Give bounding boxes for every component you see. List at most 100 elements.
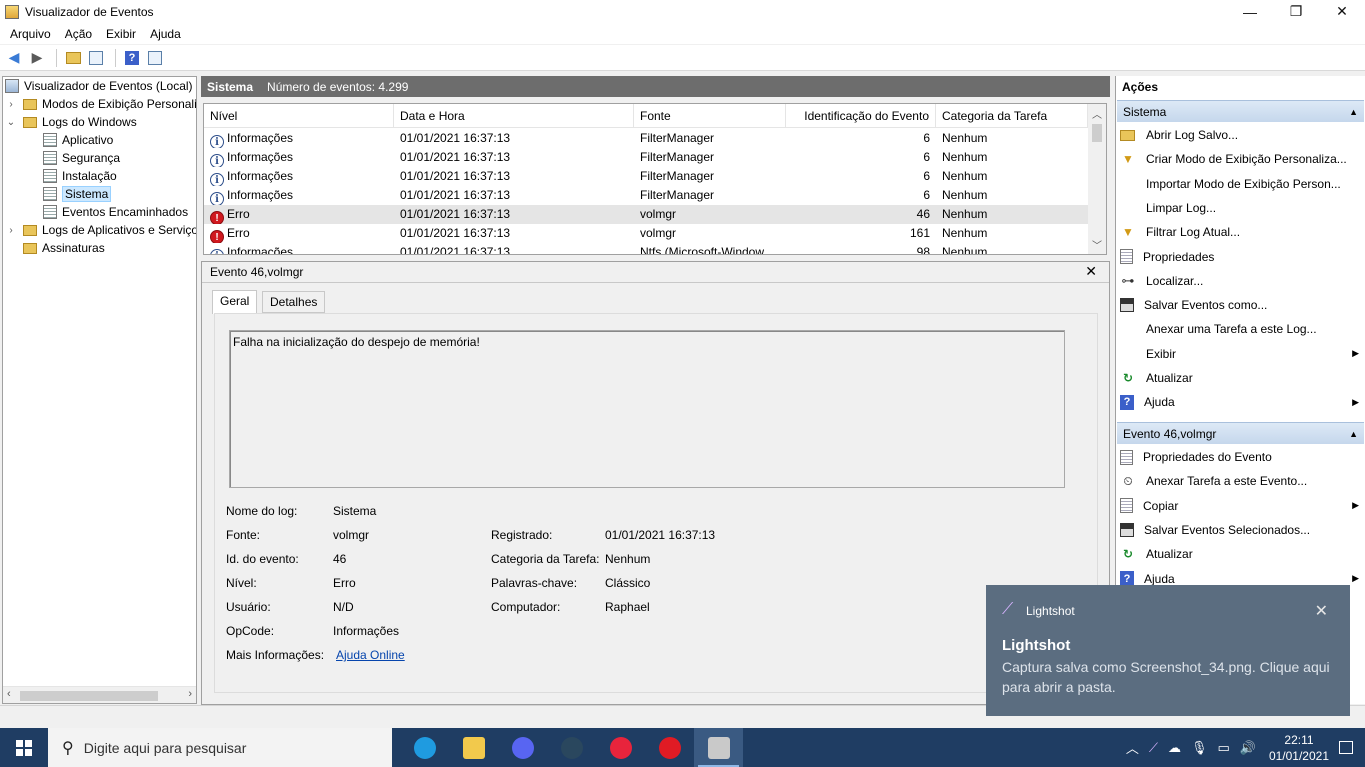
- tab-geral[interactable]: Geral: [212, 290, 258, 314]
- clock[interactable]: 22:11 01/01/2021: [1269, 732, 1329, 764]
- network-icon[interactable]: ▭: [1217, 740, 1229, 756]
- action-item[interactable]: Propriedades do Evento: [1120, 446, 1363, 468]
- taskbar-app-event-viewer[interactable]: [694, 728, 743, 767]
- column-header-nivel[interactable]: Nível: [204, 104, 394, 128]
- column-header-data[interactable]: Data e Hora: [394, 104, 634, 128]
- volume-icon[interactable]: 🔊: [1240, 740, 1256, 756]
- actions-section-event[interactable]: Evento 46,volmgr ▲: [1117, 422, 1364, 444]
- expand-icon[interactable]: ›: [5, 99, 17, 110]
- action-item[interactable]: Limpar Log...: [1120, 197, 1363, 219]
- folder-icon: [23, 98, 37, 110]
- column-header-id[interactable]: Identificação do Evento: [786, 104, 936, 128]
- tree-item-instalacao[interactable]: Instalação: [43, 167, 117, 185]
- action-item[interactable]: ⊶ Localizar...: [1120, 270, 1363, 292]
- close-button[interactable]: ✕: [1319, 0, 1365, 23]
- action-item[interactable]: ⏲ Anexar Tarefa a este Evento...: [1120, 470, 1363, 492]
- tree-item-custom-views[interactable]: › Modos de Exibição Personali: [5, 95, 196, 113]
- lightshot-tray-icon[interactable]: ⟋: [1149, 740, 1158, 756]
- table-cell-id: 6: [792, 148, 930, 167]
- column-header-categoria[interactable]: Categoria da Tarefa: [936, 104, 1088, 128]
- menu-acao[interactable]: Ação: [58, 27, 99, 41]
- menu-exibir[interactable]: Exibir: [99, 27, 143, 41]
- close-detail-icon[interactable]: ✕: [1085, 263, 1097, 280]
- collapse-icon[interactable]: ▲: [1349, 429, 1358, 439]
- tree-item-assinaturas[interactable]: Assinaturas: [23, 239, 105, 257]
- forward-arrow-icon[interactable]: ▶: [27, 48, 47, 68]
- menu-arquivo[interactable]: Arquivo: [3, 27, 58, 41]
- action-item[interactable]: Salvar Eventos Selecionados...: [1120, 519, 1363, 541]
- tree-item-root[interactable]: Visualizador de Eventos (Local): [5, 77, 193, 95]
- taskbar-search[interactable]: ⚲ Digite aqui para pesquisar: [48, 728, 392, 767]
- table-cell-id: 6: [792, 167, 930, 186]
- prop-label: OpCode:: [226, 624, 275, 638]
- show-hide-tree-icon[interactable]: [86, 48, 106, 68]
- taskbar-app-edge[interactable]: [400, 728, 449, 767]
- collapse-icon[interactable]: ▲: [1349, 107, 1358, 117]
- expand-icon[interactable]: ›: [5, 225, 17, 236]
- action-item[interactable]: Exibir ▶: [1120, 343, 1363, 365]
- online-help-link[interactable]: Ajuda Online: [336, 648, 405, 662]
- back-arrow-icon[interactable]: ◀: [4, 48, 24, 68]
- action-item[interactable]: Anexar uma Tarefa a este Log...: [1120, 318, 1363, 340]
- action-item[interactable]: ▼ Criar Modo de Exibição Personaliza...: [1120, 148, 1363, 170]
- event-message[interactable]: Falha na inicialização do despejo de mem…: [229, 330, 1065, 488]
- show-hide-action-pane-icon[interactable]: [145, 48, 165, 68]
- action-item[interactable]: ↻ Atualizar: [1120, 367, 1363, 389]
- horizontal-scrollbar[interactable]: ‹ ›: [3, 686, 196, 703]
- action-item[interactable]: Salvar Eventos como...: [1120, 294, 1363, 316]
- start-button[interactable]: [0, 728, 48, 767]
- submenu-arrow-icon: ▶: [1352, 573, 1359, 583]
- menu-ajuda[interactable]: Ajuda: [143, 27, 188, 41]
- up-folder-icon[interactable]: [63, 48, 83, 68]
- tree-item-sistema[interactable]: Sistema: [43, 185, 112, 203]
- scroll-left-icon[interactable]: ‹: [7, 688, 11, 700]
- actions-section-sistema[interactable]: Sistema ▲: [1117, 100, 1364, 122]
- tree-item-windows-logs[interactable]: ⌄ Logs do Windows: [5, 113, 137, 131]
- log-name: Sistema: [207, 79, 254, 94]
- table-row[interactable]: i Informações 01/01/2021 16:37:13 FilterMan…: [204, 167, 1088, 186]
- scrollbar-thumb[interactable]: [1092, 124, 1102, 142]
- action-item[interactable]: Copiar ▶: [1120, 495, 1363, 517]
- vertical-scrollbar[interactable]: ︿ ﹀: [1088, 104, 1106, 254]
- table-row[interactable]: i Informações 01/01/2021 16:37:13 FilterMan…: [204, 186, 1088, 205]
- taskbar-app-steam[interactable]: [547, 728, 596, 767]
- title-bar: Visualizador de Eventos — ❐ ✕: [0, 0, 1365, 23]
- tree-item-eventos-encaminhados[interactable]: Eventos Encaminhados: [43, 203, 188, 221]
- action-item[interactable]: ▼ Filtrar Log Atual...: [1120, 221, 1363, 243]
- taskbar-app-discord[interactable]: [498, 728, 547, 767]
- collapse-icon[interactable]: ⌄: [5, 117, 17, 128]
- notification-toast[interactable]: ⟋ Lightshot ✕ Lightshot Captura salva co…: [986, 585, 1350, 716]
- taskbar-app-file-explorer[interactable]: [449, 728, 498, 767]
- show-hidden-icons-icon[interactable]: ︿: [1126, 738, 1139, 757]
- scrollbar-thumb[interactable]: [20, 691, 158, 701]
- cloud-status-icon[interactable]: ☁: [1168, 740, 1181, 756]
- scroll-down-icon[interactable]: ﹀: [1092, 237, 1102, 252]
- column-header-fonte[interactable]: Fonte: [634, 104, 786, 128]
- scroll-right-icon[interactable]: ›: [188, 688, 192, 700]
- action-item[interactable]: ? Ajuda ▶: [1120, 391, 1363, 413]
- action-label: Anexar uma Tarefa a este Log...: [1146, 322, 1317, 337]
- action-item[interactable]: ↻ Atualizar: [1120, 543, 1363, 565]
- tree-item-aplicativo[interactable]: Aplicativo: [43, 131, 113, 149]
- microphone-icon[interactable]: 🎙: [1191, 740, 1208, 756]
- table-row[interactable]: ! Erro 01/01/2021 16:37:13 volmgr 46 Nenhum: [204, 205, 1088, 224]
- scroll-up-icon[interactable]: ︿: [1092, 106, 1102, 121]
- tree-item-seguranca[interactable]: Segurança: [43, 149, 120, 167]
- table-row[interactable]: i Informações 01/01/2021 16:37:13 FilterMan…: [204, 129, 1088, 148]
- action-item[interactable]: Propriedades: [1120, 246, 1363, 268]
- toast-close-icon[interactable]: ✕: [1315, 601, 1328, 621]
- table-row[interactable]: ! Erro 01/01/2021 16:37:13 volmgr 161 Nenhum: [204, 224, 1088, 243]
- taskbar-app-opera[interactable]: [645, 728, 694, 767]
- action-item[interactable]: Importar Modo de Exibição Person...: [1120, 173, 1363, 195]
- notification-center-icon[interactable]: [1339, 741, 1353, 754]
- tab-detalhes[interactable]: Detalhes: [262, 291, 326, 313]
- minimize-button[interactable]: —: [1227, 0, 1273, 23]
- maximize-button[interactable]: ❐: [1273, 0, 1319, 23]
- table-row[interactable]: iInformações 01/01/2021 16:37:13 Ntfs (Mic…: [204, 243, 1088, 254]
- help-icon[interactable]: ?: [122, 48, 142, 68]
- action-item[interactable]: Abrir Log Salvo...: [1120, 124, 1363, 146]
- table-row[interactable]: i Informações 01/01/2021 16:37:13 FilterMan…: [204, 148, 1088, 167]
- tree-item-app-service-logs[interactable]: › Logs de Aplicativos e Serviço: [5, 221, 196, 239]
- prop-label: Nome do log:: [226, 504, 298, 518]
- taskbar-app-media-player[interactable]: [596, 728, 645, 767]
